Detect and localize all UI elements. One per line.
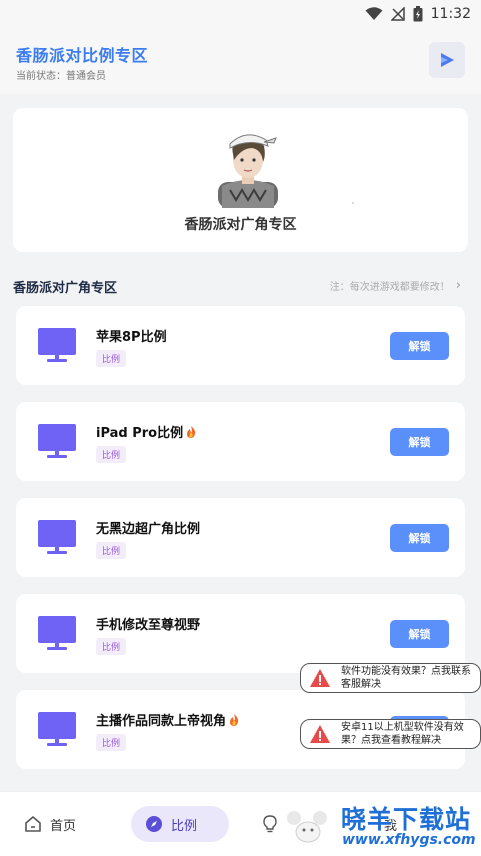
nav-ratio[interactable]: 比例 (145, 806, 197, 842)
battery-charging-icon (413, 6, 423, 22)
status-bar: 11:32 (0, 0, 481, 28)
monitor-icon (38, 328, 76, 362)
warning-icon (310, 669, 330, 687)
warning-icon (310, 725, 330, 743)
item-title: 手机修改至尊视野 (96, 614, 200, 633)
fire-icon (187, 425, 196, 438)
membership-status: 当前状态：普通会员 (16, 71, 106, 82)
list-item: 手机修改至尊视野 比例 解锁 (16, 594, 465, 673)
item-title: 主播作品同款上帝视角 (96, 710, 240, 729)
support-toast[interactable]: 软件功能没有效果？点我联系客服解决 (300, 663, 481, 693)
support-toast-text: 软件功能没有效果？点我联系客服解决 (341, 666, 471, 690)
item-title-text: 主播作品同款上帝视角 (96, 714, 227, 729)
unlock-button[interactable]: 解锁 (390, 524, 449, 552)
item-title-text: 苹果8P比例 (96, 330, 167, 345)
item-title: iPad Pro比例 (96, 422, 197, 441)
item-tag: 比例 (96, 542, 127, 559)
avatar (218, 134, 278, 208)
hero-title: 香肠派对广角专区 (184, 217, 297, 233)
status-time: 11:32 (430, 6, 471, 22)
item-title-text: 无黑边超广角比例 (96, 522, 201, 537)
watermark-title: 晓羊下载站 (341, 805, 472, 834)
list-item: iPad Pro比例 比例 解锁 (16, 402, 465, 481)
item-tag: 比例 (96, 446, 127, 463)
item-tag: 比例 (96, 638, 127, 655)
play-button[interactable] (429, 42, 465, 78)
monitor-icon (38, 712, 76, 746)
nav-home-label: 首页 (50, 818, 77, 834)
item-tag: 比例 (96, 734, 127, 751)
watermark-url: www.xfhygs.com (342, 832, 476, 848)
item-title-text: 手机修改至尊视野 (96, 618, 201, 633)
tutorial-toast-text: 安卓11以上机型软件没有效果？点我查看教程解决 (341, 722, 464, 746)
hero-card: 香肠派对广角专区 (13, 108, 468, 252)
item-title: 苹果8P比例 (96, 326, 167, 345)
no-signal-icon (390, 7, 405, 21)
nav-ratio-label: 比例 (171, 818, 198, 834)
list-item: 无黑边超广角比例 比例 解锁 (16, 498, 465, 577)
play-icon (441, 53, 454, 67)
unlock-button[interactable]: 解锁 (390, 332, 449, 360)
fire-icon (230, 713, 239, 726)
wifi-icon (365, 7, 383, 20)
item-title: 无黑边超广角比例 (96, 518, 200, 537)
nav-home[interactable]: 首页 (24, 806, 76, 842)
item-tag: 比例 (96, 350, 127, 367)
list-item: 苹果8P比例 比例 解锁 (16, 306, 465, 385)
home-icon (25, 816, 41, 832)
monitor-icon (38, 520, 76, 554)
sheep-logo-icon (284, 808, 332, 848)
chevron-right-icon: › (455, 277, 461, 293)
section-note[interactable]: 注：每次进游戏都要修改！ › (329, 277, 461, 294)
app-header: 香肠派对比例专区 当前状态：普通会员 (0, 28, 481, 94)
unlock-button[interactable]: 解锁 (390, 428, 449, 456)
decorative-dot (352, 202, 354, 204)
monitor-icon (38, 424, 76, 458)
section-title: 香肠派对广角专区 (13, 281, 118, 296)
page-title: 香肠派对比例专区 (16, 46, 149, 65)
compass-icon (146, 816, 162, 832)
watermark: 晓羊下载站 www.xfhygs.com (276, 796, 481, 856)
section-note-text: 注：每次进游戏都要修改！ (329, 282, 450, 293)
monitor-icon (38, 616, 76, 650)
item-title-text: iPad Pro比例 (96, 426, 184, 441)
unlock-button[interactable]: 解锁 (390, 620, 449, 648)
tutorial-toast[interactable]: 安卓11以上机型软件没有效果？点我查看教程解决 (300, 719, 481, 749)
